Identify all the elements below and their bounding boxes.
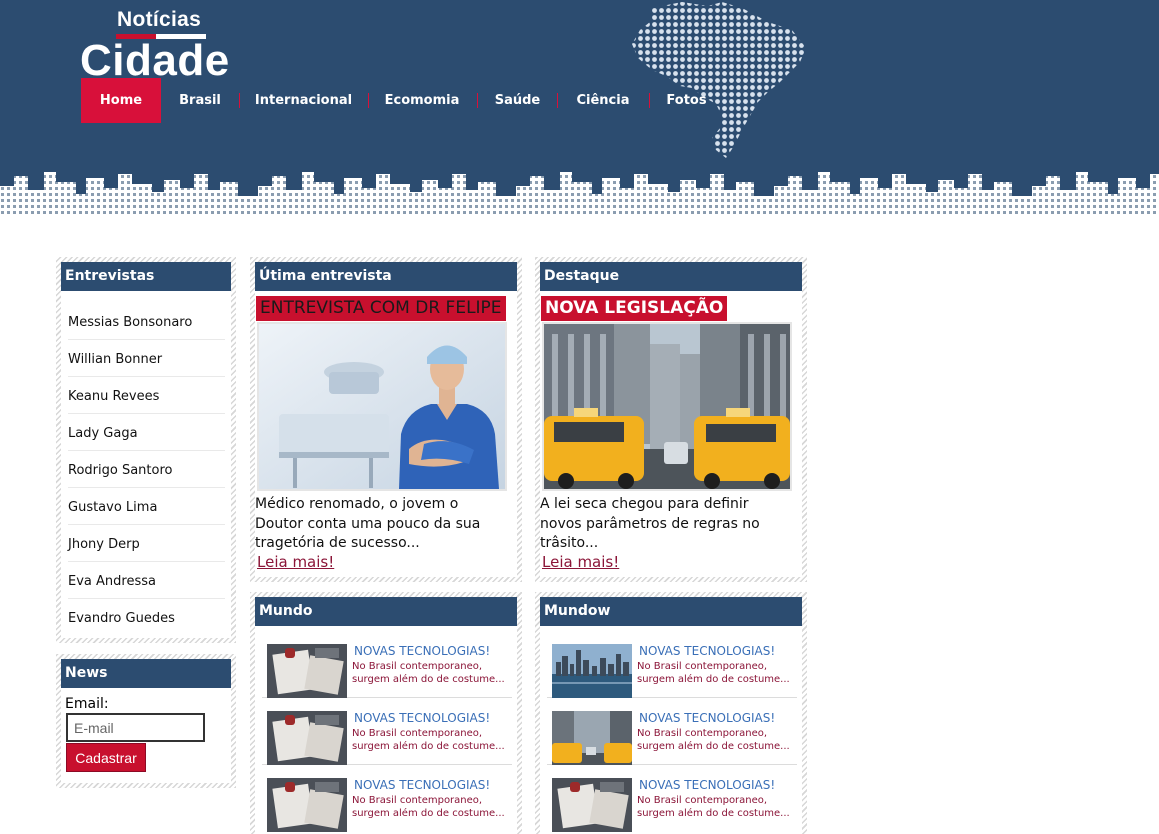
logo-subtitle: Notícias <box>117 8 202 31</box>
article-line: No Brasil contemporaneo, <box>352 661 483 672</box>
feature-description: A lei seca chegou para definir novos par… <box>540 496 760 551</box>
interview-link[interactable]: Evandro Guedes <box>68 599 225 636</box>
article-item[interactable]: NOVAS TECNOLOGIAS! No Brasil contemporan… <box>547 765 797 832</box>
interview-link[interactable]: Willian Bonner <box>68 340 225 377</box>
article-title[interactable]: NOVAS TECNOLOGIAS! <box>639 644 775 658</box>
email-field[interactable] <box>66 713 205 742</box>
interview-link[interactable]: Gustavo Lima <box>68 488 225 525</box>
feature-banner: ENTREVISTA COM DR FELIPE <box>256 296 506 321</box>
article-item[interactable]: NOVAS TECNOLOGIAS! No Brasil contemporan… <box>262 631 512 698</box>
read-more-link[interactable]: Leia mais! <box>542 553 619 571</box>
article-item[interactable]: NOVAS TECNOLOGIAS! No Brasil contemporan… <box>262 698 512 765</box>
nav-separator <box>239 93 240 108</box>
interview-link[interactable]: Rodrigo Santoro <box>68 451 225 488</box>
interview-link[interactable]: Keanu Revees <box>68 377 225 414</box>
city-skyline-graphic <box>0 168 1159 216</box>
interview-link[interactable]: Jhony Derp <box>68 525 225 562</box>
newsletter-panel: News Email: Cadastrar <box>56 654 236 788</box>
nav-item-ciencia[interactable]: Ciência <box>564 78 642 123</box>
latest-interview-panel: Útima entrevista ENTREVISTA COM DR FELIP… <box>250 257 522 582</box>
nav-separator <box>368 93 369 108</box>
panel-title: Destaque <box>540 262 802 291</box>
panel-title: Entrevistas <box>61 262 231 291</box>
article-title[interactable]: NOVAS TECNOLOGIAS! <box>354 644 490 658</box>
article-item[interactable]: NOVAS TECNOLOGIAS! No Brasil contemporan… <box>262 765 512 832</box>
doctor-image <box>259 324 505 489</box>
article-title[interactable]: NOVAS TECNOLOGIAS! <box>354 711 490 725</box>
article-line: surgem além do de costume... <box>637 674 790 685</box>
article-line: No Brasil contemporaneo, <box>637 728 768 739</box>
nav-item-economia[interactable]: Ecomomia <box>375 78 469 123</box>
taxi-street-image <box>544 324 790 489</box>
article-title[interactable]: NOVAS TECNOLOGIAS! <box>354 778 490 792</box>
article-item[interactable]: NOVAS TECNOLOGIAS! No Brasil contemporan… <box>547 631 797 698</box>
article-line: surgem além do de costume... <box>637 808 790 819</box>
interview-link[interactable]: Eva Andressa <box>68 562 225 599</box>
brazil-map-graphic <box>632 2 806 158</box>
doctor-photo[interactable] <box>257 322 507 491</box>
article-title[interactable]: NOVAS TECNOLOGIAS! <box>639 778 775 792</box>
article-line: surgem além do de costume... <box>352 741 505 752</box>
nav-item-saude[interactable]: Saúde <box>484 78 551 123</box>
interviews-panel: Entrevistas Messias Bonsonaro Willian Bo… <box>56 257 236 643</box>
article-line: surgem além do de costume... <box>637 741 790 752</box>
mundo-panel: Mundo NOVAS TECNOLOGIAS! No Brasil conte… <box>250 592 522 834</box>
article-line: No Brasil contemporaneo, <box>637 795 768 806</box>
city-photo[interactable] <box>542 322 792 491</box>
article-thumbnail <box>552 711 632 765</box>
interview-link[interactable]: Messias Bonsonaro <box>68 303 225 340</box>
site-header: Notícias Cidade Home Brasil Internaciona… <box>0 0 1159 216</box>
nav-separator <box>557 93 558 108</box>
read-more-link[interactable]: Leia mais! <box>257 553 334 571</box>
article-line: surgem além do de costume... <box>352 674 505 685</box>
nav-item-internacional[interactable]: Internacional <box>246 78 361 123</box>
article-thumbnail <box>267 644 347 698</box>
interview-link[interactable]: Lady Gaga <box>68 414 225 451</box>
subscribe-button[interactable]: Cadastrar <box>66 743 146 772</box>
nav-item-fotos[interactable]: Fotos <box>659 78 714 123</box>
email-label: Email: <box>65 696 109 712</box>
article-thumbnail <box>267 778 347 832</box>
article-line: No Brasil contemporaneo, <box>637 661 768 672</box>
nav-item-home[interactable]: Home <box>81 78 161 123</box>
article-line: No Brasil contemporaneo, <box>352 728 483 739</box>
feature-description: Médico renomado, o jovem o Doutor conta … <box>255 496 481 551</box>
article-thumbnail <box>552 778 632 832</box>
article-line: surgem além do de costume... <box>352 808 505 819</box>
nav-item-brasil[interactable]: Brasil <box>161 78 239 123</box>
panel-title: Mundow <box>540 597 802 626</box>
article-title[interactable]: NOVAS TECNOLOGIAS! <box>639 711 775 725</box>
panel-title: News <box>61 659 231 688</box>
nav-separator <box>649 93 650 108</box>
article-line: No Brasil contemporaneo, <box>352 795 483 806</box>
article-thumbnail <box>267 711 347 765</box>
highlight-panel: Destaque NOVA LEGISLAÇÃO A lei seca cheg… <box>535 257 807 582</box>
feature-banner: NOVA LEGISLAÇÃO <box>541 296 728 321</box>
panel-title: Mundo <box>255 597 517 626</box>
article-thumbnail <box>552 644 632 698</box>
mundow-panel: Mundow NOVAS TECNOLOGIAS! No Brasil cont… <box>535 592 807 834</box>
panel-title: Útima entrevista <box>255 262 517 291</box>
nav-separator <box>477 93 478 108</box>
article-item[interactable]: NOVAS TECNOLOGIAS! No Brasil contemporan… <box>547 698 797 765</box>
